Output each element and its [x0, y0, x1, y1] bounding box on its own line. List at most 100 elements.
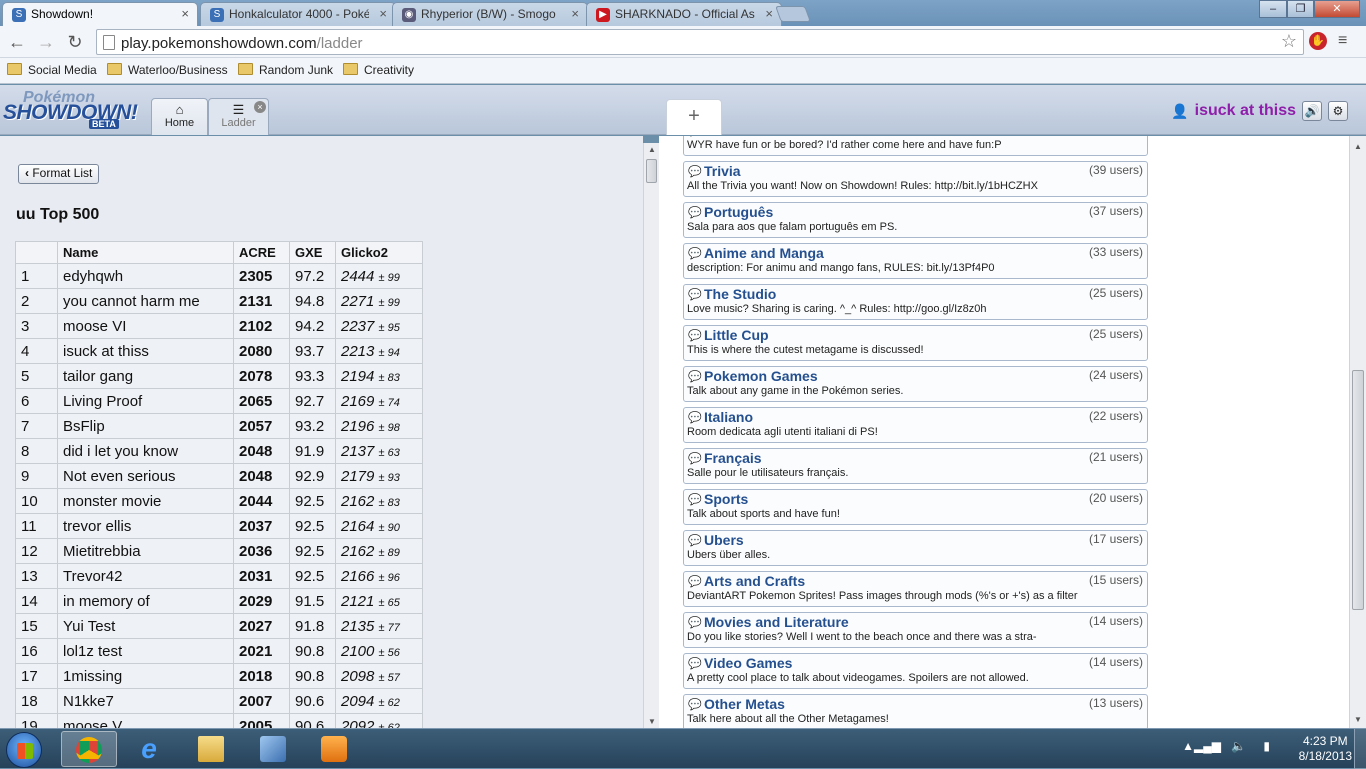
room-description: Talk about any game in the Pokémon serie…	[687, 385, 904, 397]
ladder-scrollbar[interactable]: ▲ ▼	[643, 143, 659, 728]
minimize-button[interactable]: –	[1259, 0, 1287, 18]
close-icon[interactable]: ×	[181, 6, 189, 21]
system-clock[interactable]: 4:23 PM 8/18/2013	[1299, 734, 1352, 764]
room-item[interactable]: 💬 Italiano (22 users) Room dedicata agli ut…	[683, 407, 1148, 443]
bookmark-social-media[interactable]: Social Media	[7, 63, 97, 77]
room-item[interactable]: 💬 Português (37 users) Sala para aos que fa…	[683, 202, 1148, 238]
player-name[interactable]: monster movie	[57, 488, 234, 514]
room-item[interactable]: 💬 Sports (20 users) Talk about sports and h…	[683, 489, 1148, 525]
media-player-icon[interactable]	[307, 731, 363, 767]
adblock-icon[interactable]: ✋	[1309, 32, 1327, 50]
browser-tab[interactable]: S Honkalculator 4000 - Poké ×	[200, 2, 396, 26]
room-description: Salle pour le utilisateurs français.	[687, 467, 849, 479]
window-close-button[interactable]: ✕	[1314, 0, 1360, 18]
col-gxe: GXE	[289, 241, 336, 264]
player-name[interactable]: lol1z test	[57, 638, 234, 664]
scrollbar-thumb[interactable]	[646, 159, 657, 183]
acre-cell: 2029	[233, 588, 290, 614]
player-name[interactable]: Living Proof	[57, 388, 234, 414]
internet-explorer-icon[interactable]: e	[122, 731, 178, 767]
player-name[interactable]: edyhqwh	[57, 263, 234, 289]
room-item[interactable]: 💬 Français (21 users) Salle pour le utilisa…	[683, 448, 1148, 484]
glicko-value: 2213	[341, 342, 375, 360]
glicko-value: 2098	[341, 667, 375, 685]
new-room-button[interactable]: +	[666, 99, 722, 135]
maximize-button[interactable]: ❐	[1287, 0, 1314, 18]
close-icon[interactable]: ×	[379, 6, 387, 21]
start-button[interactable]	[6, 732, 42, 768]
browser-tab[interactable]: ▶ SHARKNADO - Official As ×	[586, 2, 782, 26]
room-item[interactable]: 💬Would You Rather?WYR have fun or be bor…	[683, 136, 1148, 156]
show-desktop-button[interactable]	[1354, 729, 1366, 769]
close-tab-icon[interactable]: ×	[254, 101, 266, 113]
player-name[interactable]: N1kke7	[57, 688, 234, 714]
room-item[interactable]: 💬 Anime and Manga (33 users) description: F…	[683, 243, 1148, 279]
format-list-button[interactable]: ‹ Format List	[18, 164, 100, 184]
player-name[interactable]: moose V	[57, 713, 234, 728]
forward-arrow-icon[interactable]: →	[35, 31, 57, 53]
glicko-value: 2092	[341, 717, 375, 729]
acre-cell: 2131	[233, 288, 290, 314]
bookmark-star-icon[interactable]: ☆	[1281, 31, 1297, 52]
bookmark-creativity[interactable]: Creativity	[343, 63, 414, 77]
player-name[interactable]: trevor ellis	[57, 513, 234, 539]
paint-icon[interactable]	[246, 731, 302, 767]
volume-icon[interactable]: 🔊	[1302, 101, 1322, 121]
scroll-down-icon[interactable]: ▼	[644, 717, 660, 726]
glicko-cell: 2162 ± 89	[335, 538, 423, 564]
room-item[interactable]: 💬 Pokemon Games (24 users) Talk about any g…	[683, 366, 1148, 402]
network-icon[interactable]: ▂▄▆	[1194, 739, 1221, 753]
gear-icon[interactable]: ⚙	[1328, 101, 1348, 121]
player-name[interactable]: tailor gang	[57, 363, 234, 389]
player-name[interactable]: in memory of	[57, 588, 234, 614]
room-description: All the Trivia you want! Now on Showdown…	[687, 180, 1038, 192]
browser-tab[interactable]: ◉ Rhyperior (B/W) - Smogo ×	[392, 2, 588, 26]
volume-icon[interactable]: 🔈	[1231, 739, 1246, 753]
room-item[interactable]: 💬 The Studio (25 users) Love music? Sharing…	[683, 284, 1148, 320]
address-bar[interactable]: play.pokemonshowdown.com/ladder ☆	[96, 29, 1304, 55]
tab-home[interactable]: ⌂ Home	[151, 98, 208, 135]
scroll-up-icon[interactable]: ▲	[1350, 142, 1366, 151]
menu-icon[interactable]: ≡	[1338, 32, 1347, 50]
chrome-icon[interactable]	[61, 731, 117, 767]
player-name[interactable]: Not even serious	[57, 463, 234, 489]
power-icon[interactable]: ▮	[1263, 739, 1270, 753]
bookmark-waterloo-business[interactable]: Waterloo/Business	[107, 63, 228, 77]
room-item[interactable]: 💬 Movies and Literature (14 users) Do you l…	[683, 612, 1148, 648]
player-name[interactable]: 1missing	[57, 663, 234, 689]
bookmark-random-junk[interactable]: Random Junk	[238, 63, 333, 77]
back-arrow-icon[interactable]: ←	[6, 31, 28, 53]
file-explorer-icon[interactable]	[184, 731, 240, 767]
scroll-up-icon[interactable]: ▲	[644, 145, 660, 154]
table-row: 7 BsFlip 2057 93.2 2196 ± 98	[15, 413, 423, 439]
reload-icon[interactable]: ↻	[64, 31, 86, 53]
glicko-cell: 2094 ± 62	[335, 688, 423, 714]
scrollbar-thumb[interactable]	[1352, 370, 1364, 610]
room-item[interactable]: 💬 Arts and Crafts (15 users) DeviantART Pok…	[683, 571, 1148, 607]
player-name[interactable]: Yui Test	[57, 613, 234, 639]
browser-tab[interactable]: S Showdown! ×	[2, 2, 198, 26]
player-name[interactable]: Trevor42	[57, 563, 234, 589]
glicko-deviation: ± 95	[378, 321, 400, 334]
new-tab-button[interactable]	[775, 6, 811, 22]
close-icon[interactable]: ×	[571, 6, 579, 21]
player-name[interactable]: moose VI	[57, 313, 234, 339]
show-hidden-icons-icon[interactable]: ▲	[1182, 739, 1194, 753]
scroll-down-icon[interactable]: ▼	[1350, 715, 1366, 724]
player-name[interactable]: BsFlip	[57, 413, 234, 439]
close-icon[interactable]: ×	[765, 6, 773, 21]
room-item[interactable]: 💬 Trivia (39 users) All the Trivia you want…	[683, 161, 1148, 197]
tab-ladder[interactable]: ☰ Ladder ×	[208, 98, 269, 135]
player-name[interactable]: did i let you know	[57, 438, 234, 464]
player-name[interactable]: you cannot harm me	[57, 288, 234, 314]
rooms-scrollbar[interactable]: ▲ ▼	[1349, 136, 1366, 728]
room-item[interactable]: 💬 Ubers (17 users) Ubers über alles.	[683, 530, 1148, 566]
glicko-cell: 2137 ± 63	[335, 438, 423, 464]
room-item[interactable]: 💬 Other Metas (13 users) Talk here about al…	[683, 694, 1148, 728]
room-item[interactable]: 💬 Little Cup (25 users) This is where the c…	[683, 325, 1148, 361]
room-item[interactable]: 💬 Video Games (14 users) A pretty cool plac…	[683, 653, 1148, 689]
showdown-logo[interactable]: Pokémon SHOWDOWN! BETA	[3, 87, 149, 131]
username[interactable]: isuck at thiss	[1195, 102, 1296, 120]
player-name[interactable]: Mietitrebbia	[57, 538, 234, 564]
player-name[interactable]: isuck at thiss	[57, 338, 234, 364]
